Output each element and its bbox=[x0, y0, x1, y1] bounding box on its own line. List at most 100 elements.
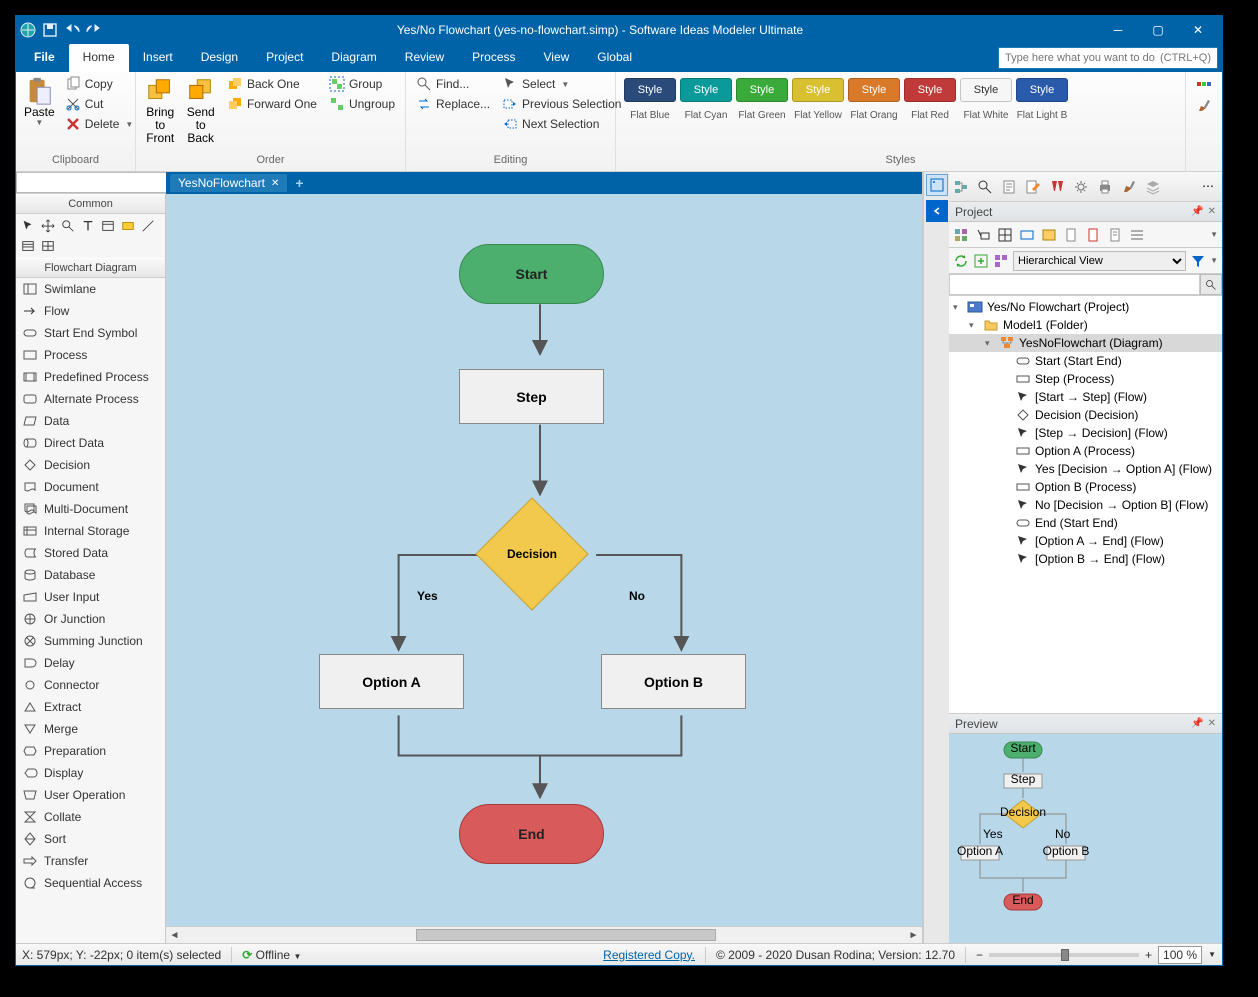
canvas-hscrollbar[interactable]: ◄ ► bbox=[166, 926, 922, 943]
table-tool[interactable] bbox=[39, 237, 57, 255]
rt-search-icon[interactable] bbox=[977, 179, 993, 195]
pt2-grid-icon[interactable] bbox=[993, 253, 1009, 269]
tool-or-junction[interactable]: Or Junction bbox=[16, 608, 165, 630]
menu-project[interactable]: Project bbox=[252, 44, 317, 72]
text-tool[interactable] bbox=[79, 217, 97, 235]
tool-connector[interactable]: Connector bbox=[16, 674, 165, 696]
cut-button[interactable]: Cut bbox=[61, 94, 138, 114]
copy-button[interactable]: Copy bbox=[61, 74, 138, 94]
menu-design[interactable]: Design bbox=[187, 44, 252, 72]
pt2-refresh-icon[interactable] bbox=[953, 253, 969, 269]
tool-extract[interactable]: Extract bbox=[16, 696, 165, 718]
ungroup-button[interactable]: Ungroup bbox=[325, 94, 399, 114]
tool-user-input[interactable]: User Input bbox=[16, 586, 165, 608]
rt-tree-icon[interactable] bbox=[953, 179, 969, 195]
pt-icon5[interactable] bbox=[1041, 227, 1057, 243]
minimize-button[interactable]: ─ bbox=[1098, 16, 1138, 44]
zoom-in-button[interactable]: + bbox=[1145, 948, 1152, 962]
tree-node[interactable]: End (Start End) bbox=[949, 514, 1222, 532]
tool-user-operation[interactable]: User Operation bbox=[16, 784, 165, 806]
zoom-value[interactable]: 100 % bbox=[1158, 946, 1202, 964]
pt-icon1[interactable] bbox=[953, 227, 969, 243]
tool-decision[interactable]: Decision bbox=[16, 454, 165, 476]
prev-selection-button[interactable]: Previous Selection bbox=[498, 94, 625, 114]
diagram-canvas[interactable]: Start Step Decision Yes No Option A Opti… bbox=[166, 194, 922, 926]
close-panel-icon[interactable]: ✕ bbox=[1208, 206, 1216, 217]
line-tool[interactable] bbox=[139, 217, 157, 235]
forward-one-button[interactable]: Forward One bbox=[223, 94, 321, 114]
tree-node[interactable]: [Step → Decision] (Flow) bbox=[949, 424, 1222, 442]
menu-insert[interactable]: Insert bbox=[129, 44, 187, 72]
pointer-tool[interactable] bbox=[19, 217, 37, 235]
project-tree[interactable]: ▾Yes/No Flowchart (Project)▾Model1 (Fold… bbox=[949, 296, 1222, 713]
vstrip-collapse-icon[interactable] bbox=[926, 200, 948, 222]
preview-body[interactable]: Start Step Decision Yes No Option A Opti… bbox=[949, 734, 1222, 943]
menu-process[interactable]: Process bbox=[458, 44, 529, 72]
command-search[interactable]: (CTRL+Q) bbox=[998, 47, 1218, 69]
group-button[interactable]: Group bbox=[325, 74, 399, 94]
next-selection-button[interactable]: Next Selection bbox=[498, 114, 625, 134]
pt-icon4[interactable] bbox=[1019, 227, 1035, 243]
style-flat-light-b[interactable]: Style bbox=[1016, 78, 1068, 102]
tree-node[interactable]: [Option A → End] (Flow) bbox=[949, 532, 1222, 550]
diagram-tab[interactable]: YesNoFlowchart✕ bbox=[170, 174, 287, 192]
back-one-button[interactable]: Back One bbox=[223, 74, 321, 94]
flow-step[interactable]: Step bbox=[459, 369, 604, 424]
pt2-add-icon[interactable] bbox=[973, 253, 989, 269]
tool-transfer[interactable]: Transfer bbox=[16, 850, 165, 872]
tree-node[interactable]: No [Decision → Option B] (Flow) bbox=[949, 496, 1222, 514]
tree-node[interactable]: ▾Yes/No Flowchart (Project) bbox=[949, 298, 1222, 316]
preview-pin-icon[interactable]: 📌 bbox=[1191, 718, 1203, 729]
menu-review[interactable]: Review bbox=[391, 44, 458, 72]
pt-icon6[interactable] bbox=[1063, 227, 1079, 243]
rt-pen-icon[interactable] bbox=[1121, 179, 1137, 195]
pt2-filter-icon[interactable] bbox=[1190, 253, 1206, 269]
style-more-icon[interactable] bbox=[1196, 78, 1212, 94]
bring-to-front-button[interactable]: Bring to Front bbox=[142, 74, 178, 148]
tool-sort[interactable]: Sort bbox=[16, 828, 165, 850]
rt-layers-icon[interactable] bbox=[1145, 179, 1161, 195]
style-flat-green[interactable]: Style bbox=[736, 78, 788, 102]
tool-sequential-access[interactable]: Sequential Access bbox=[16, 872, 165, 894]
container-tool[interactable] bbox=[99, 217, 117, 235]
send-to-back-button[interactable]: Send to Back bbox=[182, 74, 218, 148]
tree-node[interactable]: Option A (Process) bbox=[949, 442, 1222, 460]
tree-node[interactable]: Yes [Decision → Option A] (Flow) bbox=[949, 460, 1222, 478]
rt-colors-icon[interactable] bbox=[1049, 179, 1065, 195]
style-flat-white[interactable]: Style bbox=[960, 78, 1012, 102]
tool-database[interactable]: Database bbox=[16, 564, 165, 586]
tree-node[interactable]: ▾Model1 (Folder) bbox=[949, 316, 1222, 334]
tree-node[interactable]: [Option B → End] (Flow) bbox=[949, 550, 1222, 568]
zoom-slider[interactable] bbox=[989, 953, 1139, 957]
view-mode-select[interactable]: Hierarchical View bbox=[1013, 251, 1186, 271]
pt-icon8[interactable] bbox=[1107, 227, 1123, 243]
tool-predefined-process[interactable]: Predefined Process bbox=[16, 366, 165, 388]
tree-node[interactable]: Start (Start End) bbox=[949, 352, 1222, 370]
tool-direct-data[interactable]: Direct Data bbox=[16, 432, 165, 454]
maximize-button[interactable]: ▢ bbox=[1138, 16, 1178, 44]
tool-data[interactable]: Data bbox=[16, 410, 165, 432]
tool-delay[interactable]: Delay bbox=[16, 652, 165, 674]
pin-icon[interactable]: 📌 bbox=[1191, 206, 1203, 217]
tool-collate[interactable]: Collate bbox=[16, 806, 165, 828]
close-tab-icon[interactable]: ✕ bbox=[271, 178, 279, 189]
flow-option-a[interactable]: Option A bbox=[319, 654, 464, 709]
pt-icon3[interactable] bbox=[997, 227, 1013, 243]
pt-icon9[interactable] bbox=[1129, 227, 1145, 243]
undo-icon[interactable] bbox=[64, 22, 80, 38]
tree-node[interactable]: ▾YesNoFlowchart (Diagram) bbox=[949, 334, 1222, 352]
rect-tool[interactable] bbox=[119, 217, 137, 235]
rt-gear-icon[interactable] bbox=[1073, 179, 1089, 195]
tree-node[interactable]: Option B (Process) bbox=[949, 478, 1222, 496]
style-brush-icon[interactable] bbox=[1196, 98, 1212, 114]
project-search-input[interactable] bbox=[949, 274, 1200, 295]
zoom-tool[interactable] bbox=[59, 217, 77, 235]
rt-more-icon[interactable]: ⋯ bbox=[1202, 179, 1218, 195]
rt-print-icon[interactable] bbox=[1097, 179, 1113, 195]
paste-button[interactable]: Paste ▼ bbox=[22, 74, 57, 130]
tool-stored-data[interactable]: Stored Data bbox=[16, 542, 165, 564]
replace-button[interactable]: Replace... bbox=[412, 94, 494, 114]
pt-icon7[interactable] bbox=[1085, 227, 1101, 243]
menu-view[interactable]: View bbox=[530, 44, 584, 72]
flow-end[interactable]: End bbox=[459, 804, 604, 864]
